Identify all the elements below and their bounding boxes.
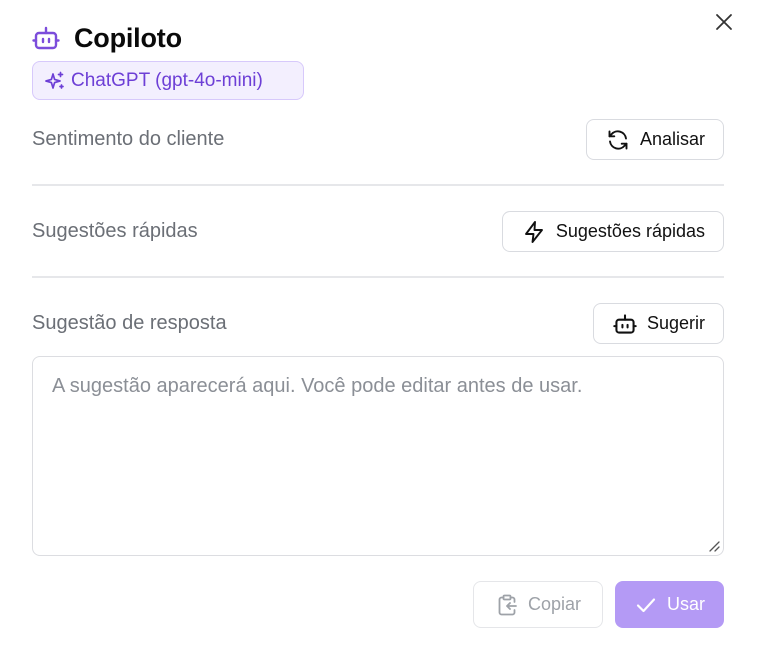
resize-handle-icon[interactable] — [706, 538, 720, 552]
sentiment-label: Sentimento do cliente — [32, 128, 225, 150]
analyze-button-label: Analisar — [639, 129, 705, 149]
model-badge: ChatGPT (gpt-4o-mini) — [32, 61, 304, 100]
clipboard-icon — [498, 594, 517, 615]
suggest-button[interactable]: Sugerir — [592, 303, 724, 344]
reply-suggestion-label: Sugestão de resposta — [32, 312, 227, 334]
suggest-button-label: Sugerir — [646, 313, 705, 333]
quick-suggestions-section: Sugestões rápidas Sugestões rápidas — [32, 211, 724, 252]
divider — [32, 184, 724, 186]
dialog-title: Copiloto — [74, 22, 182, 53]
quick-suggestions-button[interactable]: Sugestões rápidas — [501, 211, 724, 252]
copy-button-label: Copiar — [528, 594, 582, 614]
reply-suggestion-section: Sugestão de resposta Sugerir — [32, 303, 724, 344]
close-icon — [716, 14, 732, 30]
robot-icon — [613, 313, 637, 334]
divider — [32, 276, 724, 278]
check-icon — [636, 597, 656, 612]
use-button[interactable]: Usar — [615, 581, 724, 628]
use-button-label: Usar — [667, 594, 706, 614]
reply-textarea[interactable] — [33, 357, 723, 555]
sentiment-section: Sentimento do cliente Analisar — [32, 119, 724, 160]
sparkles-icon — [45, 71, 64, 89]
close-button[interactable] — [711, 9, 737, 35]
model-badge-label: ChatGPT (gpt-4o-mini) — [71, 69, 263, 91]
dialog-header: Copiloto — [32, 22, 182, 54]
robot-icon — [32, 26, 60, 50]
copy-button[interactable]: Copiar — [473, 581, 603, 628]
refresh-icon — [608, 129, 628, 150]
quick-suggestions-button-label: Sugestões rápidas — [555, 221, 705, 241]
quick-suggestions-label: Sugestões rápidas — [32, 220, 198, 242]
analyze-button[interactable]: Analisar — [585, 119, 724, 160]
lightning-icon — [524, 220, 543, 243]
reply-textarea-container — [32, 356, 724, 556]
